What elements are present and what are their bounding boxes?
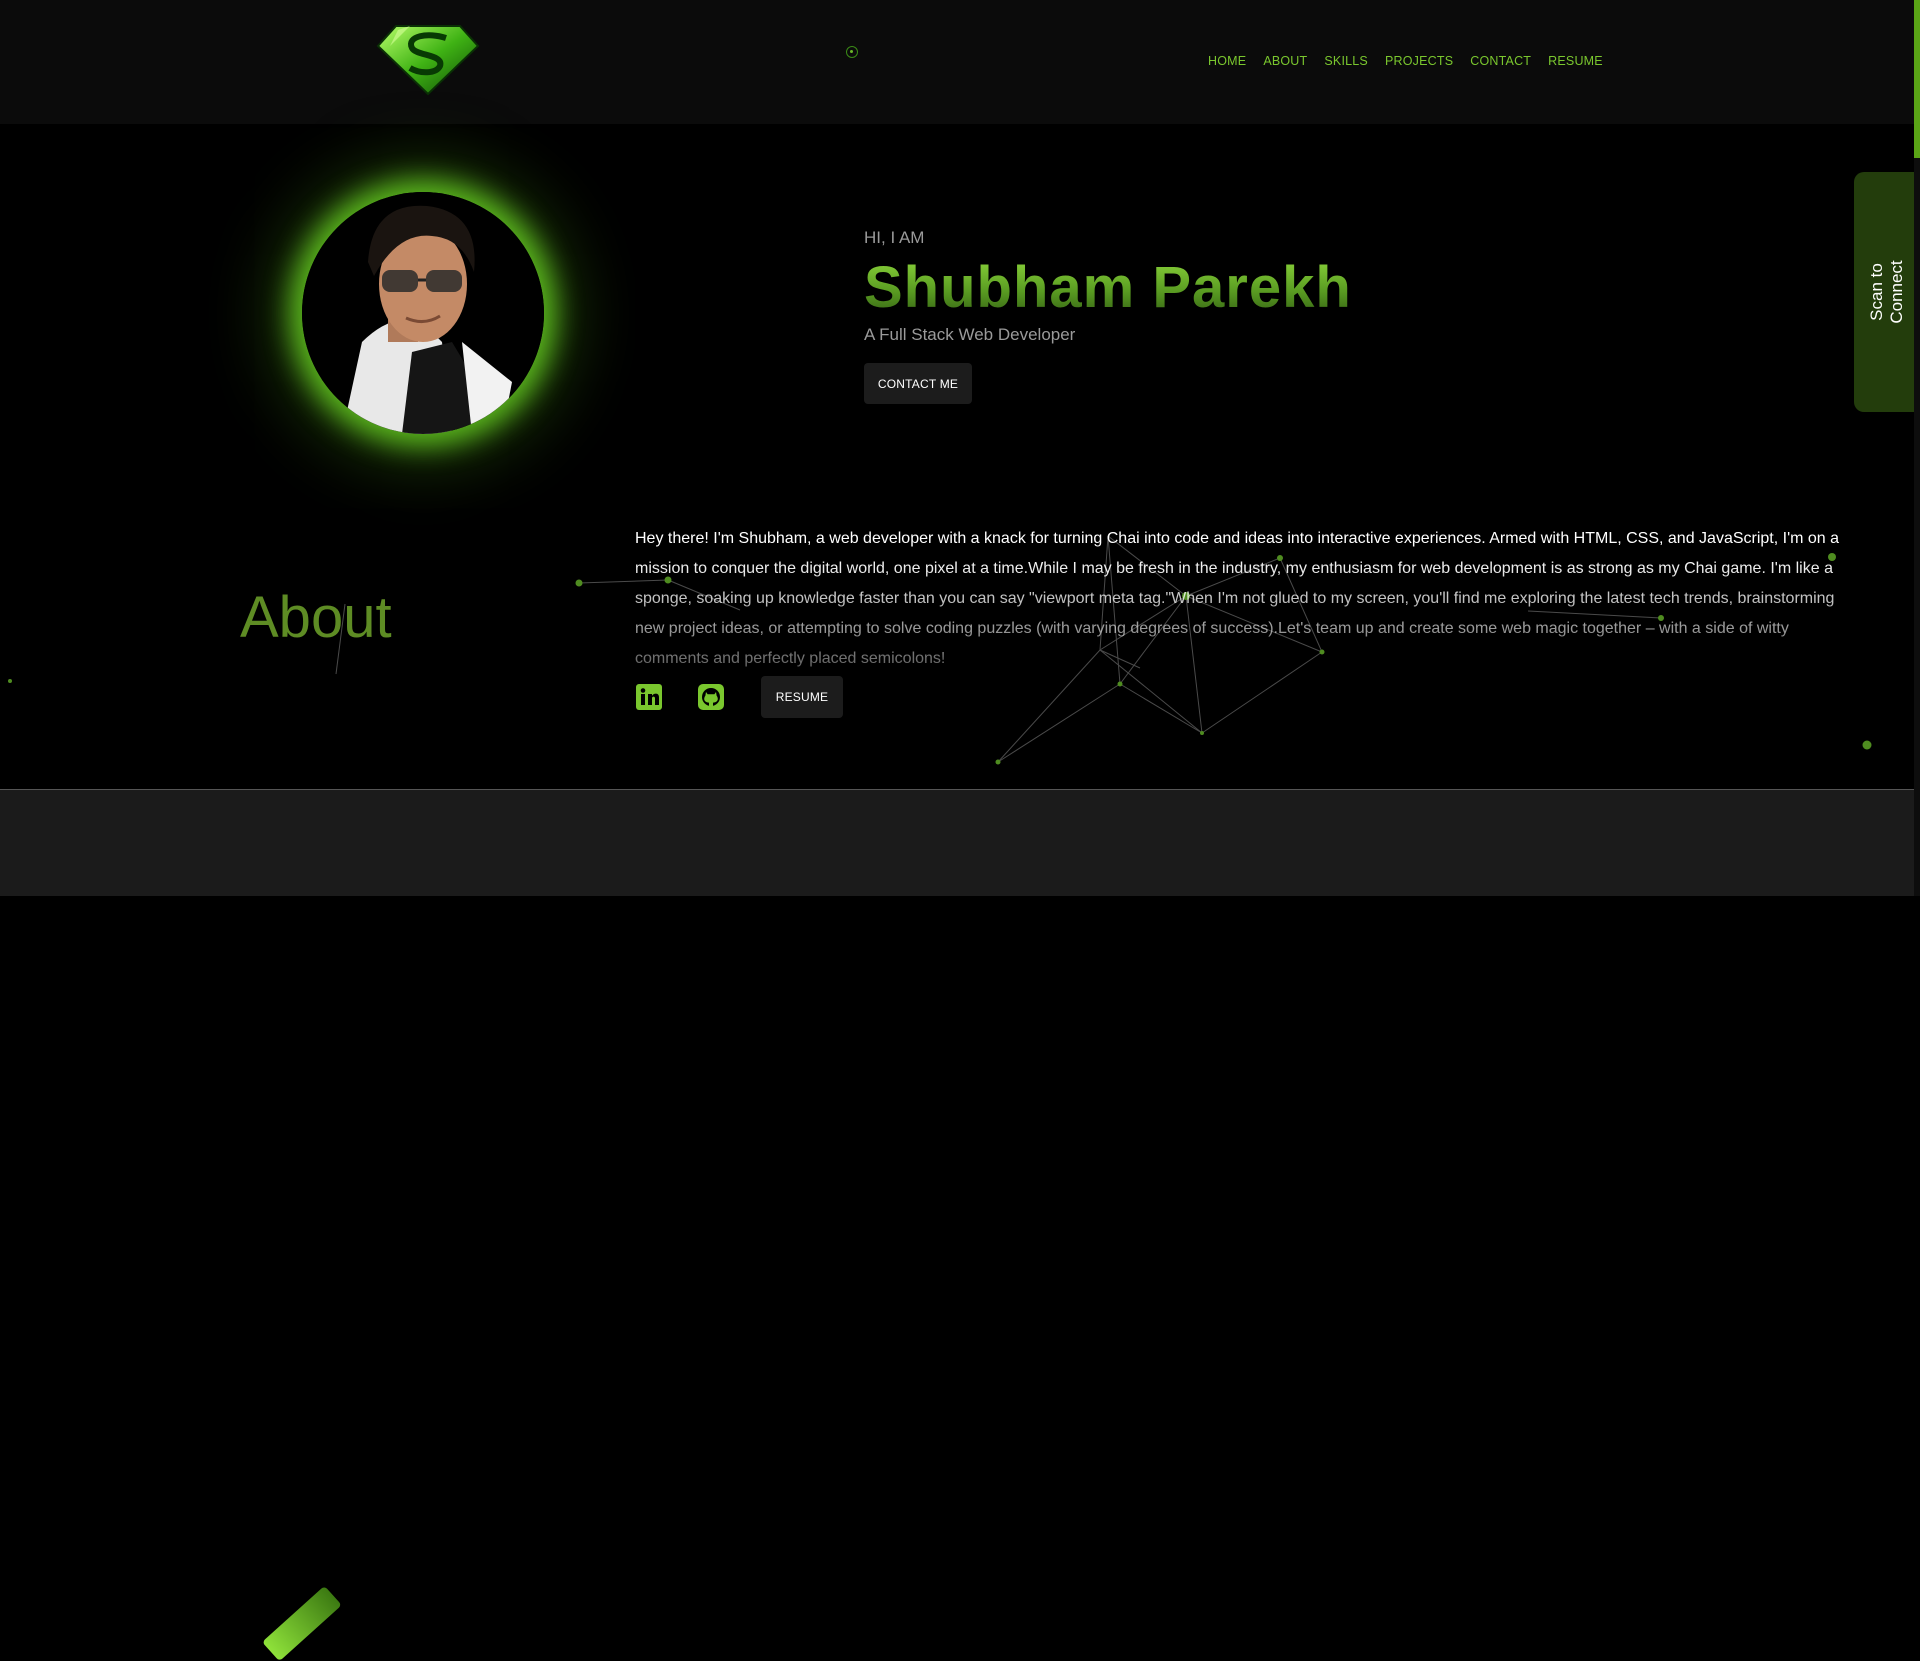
scrollbar-thumb[interactable] <box>1914 0 1920 158</box>
github-icon[interactable] <box>697 683 725 711</box>
nav-resume[interactable]: RESUME <box>1548 54 1603 68</box>
nav-projects[interactable]: PROJECTS <box>1385 54 1453 68</box>
about-paragraph: Hey there! I'm Shubham, a web developer … <box>635 530 1840 667</box>
superman-logo-icon[interactable] <box>376 22 480 96</box>
contact-me-button[interactable]: CONTACT ME <box>864 363 972 404</box>
nav-home[interactable]: HOME <box>1208 54 1246 68</box>
hero-name: Shubham Parekh <box>864 255 1352 320</box>
decorative-bar <box>262 1585 342 1661</box>
nav-about[interactable]: ABOUT <box>1263 54 1307 68</box>
profile-photo <box>302 192 544 434</box>
nav-skills[interactable]: SKILLS <box>1324 54 1368 68</box>
linkedin-icon[interactable] <box>635 683 663 711</box>
hero-greeting: HI, I AM <box>864 228 925 247</box>
cursor-dot-icon <box>846 46 858 58</box>
scan-label-line1: Scan to <box>1867 263 1886 321</box>
skills-section <box>0 790 1914 1661</box>
about-heading: About <box>240 585 392 650</box>
resume-button[interactable]: RESUME <box>761 676 843 718</box>
scan-label-line2: Connect <box>1887 260 1906 324</box>
site-header: HOME ABOUT SKILLS PROJECTS CONTACT RESUM… <box>0 0 1914 124</box>
page-scrollbar[interactable] <box>1914 0 1920 896</box>
scan-to-connect-tab[interactable]: Scan to Connect <box>1854 172 1920 412</box>
particle-network-background <box>8 535 1872 765</box>
scan-to-connect-label: Scan to Connect <box>1867 260 1907 323</box>
nav-contact[interactable]: CONTACT <box>1470 54 1531 68</box>
main-nav: HOME ABOUT SKILLS PROJECTS CONTACT RESUM… <box>1208 54 1620 68</box>
hero-role: A Full Stack Web Developer <box>864 325 1076 344</box>
